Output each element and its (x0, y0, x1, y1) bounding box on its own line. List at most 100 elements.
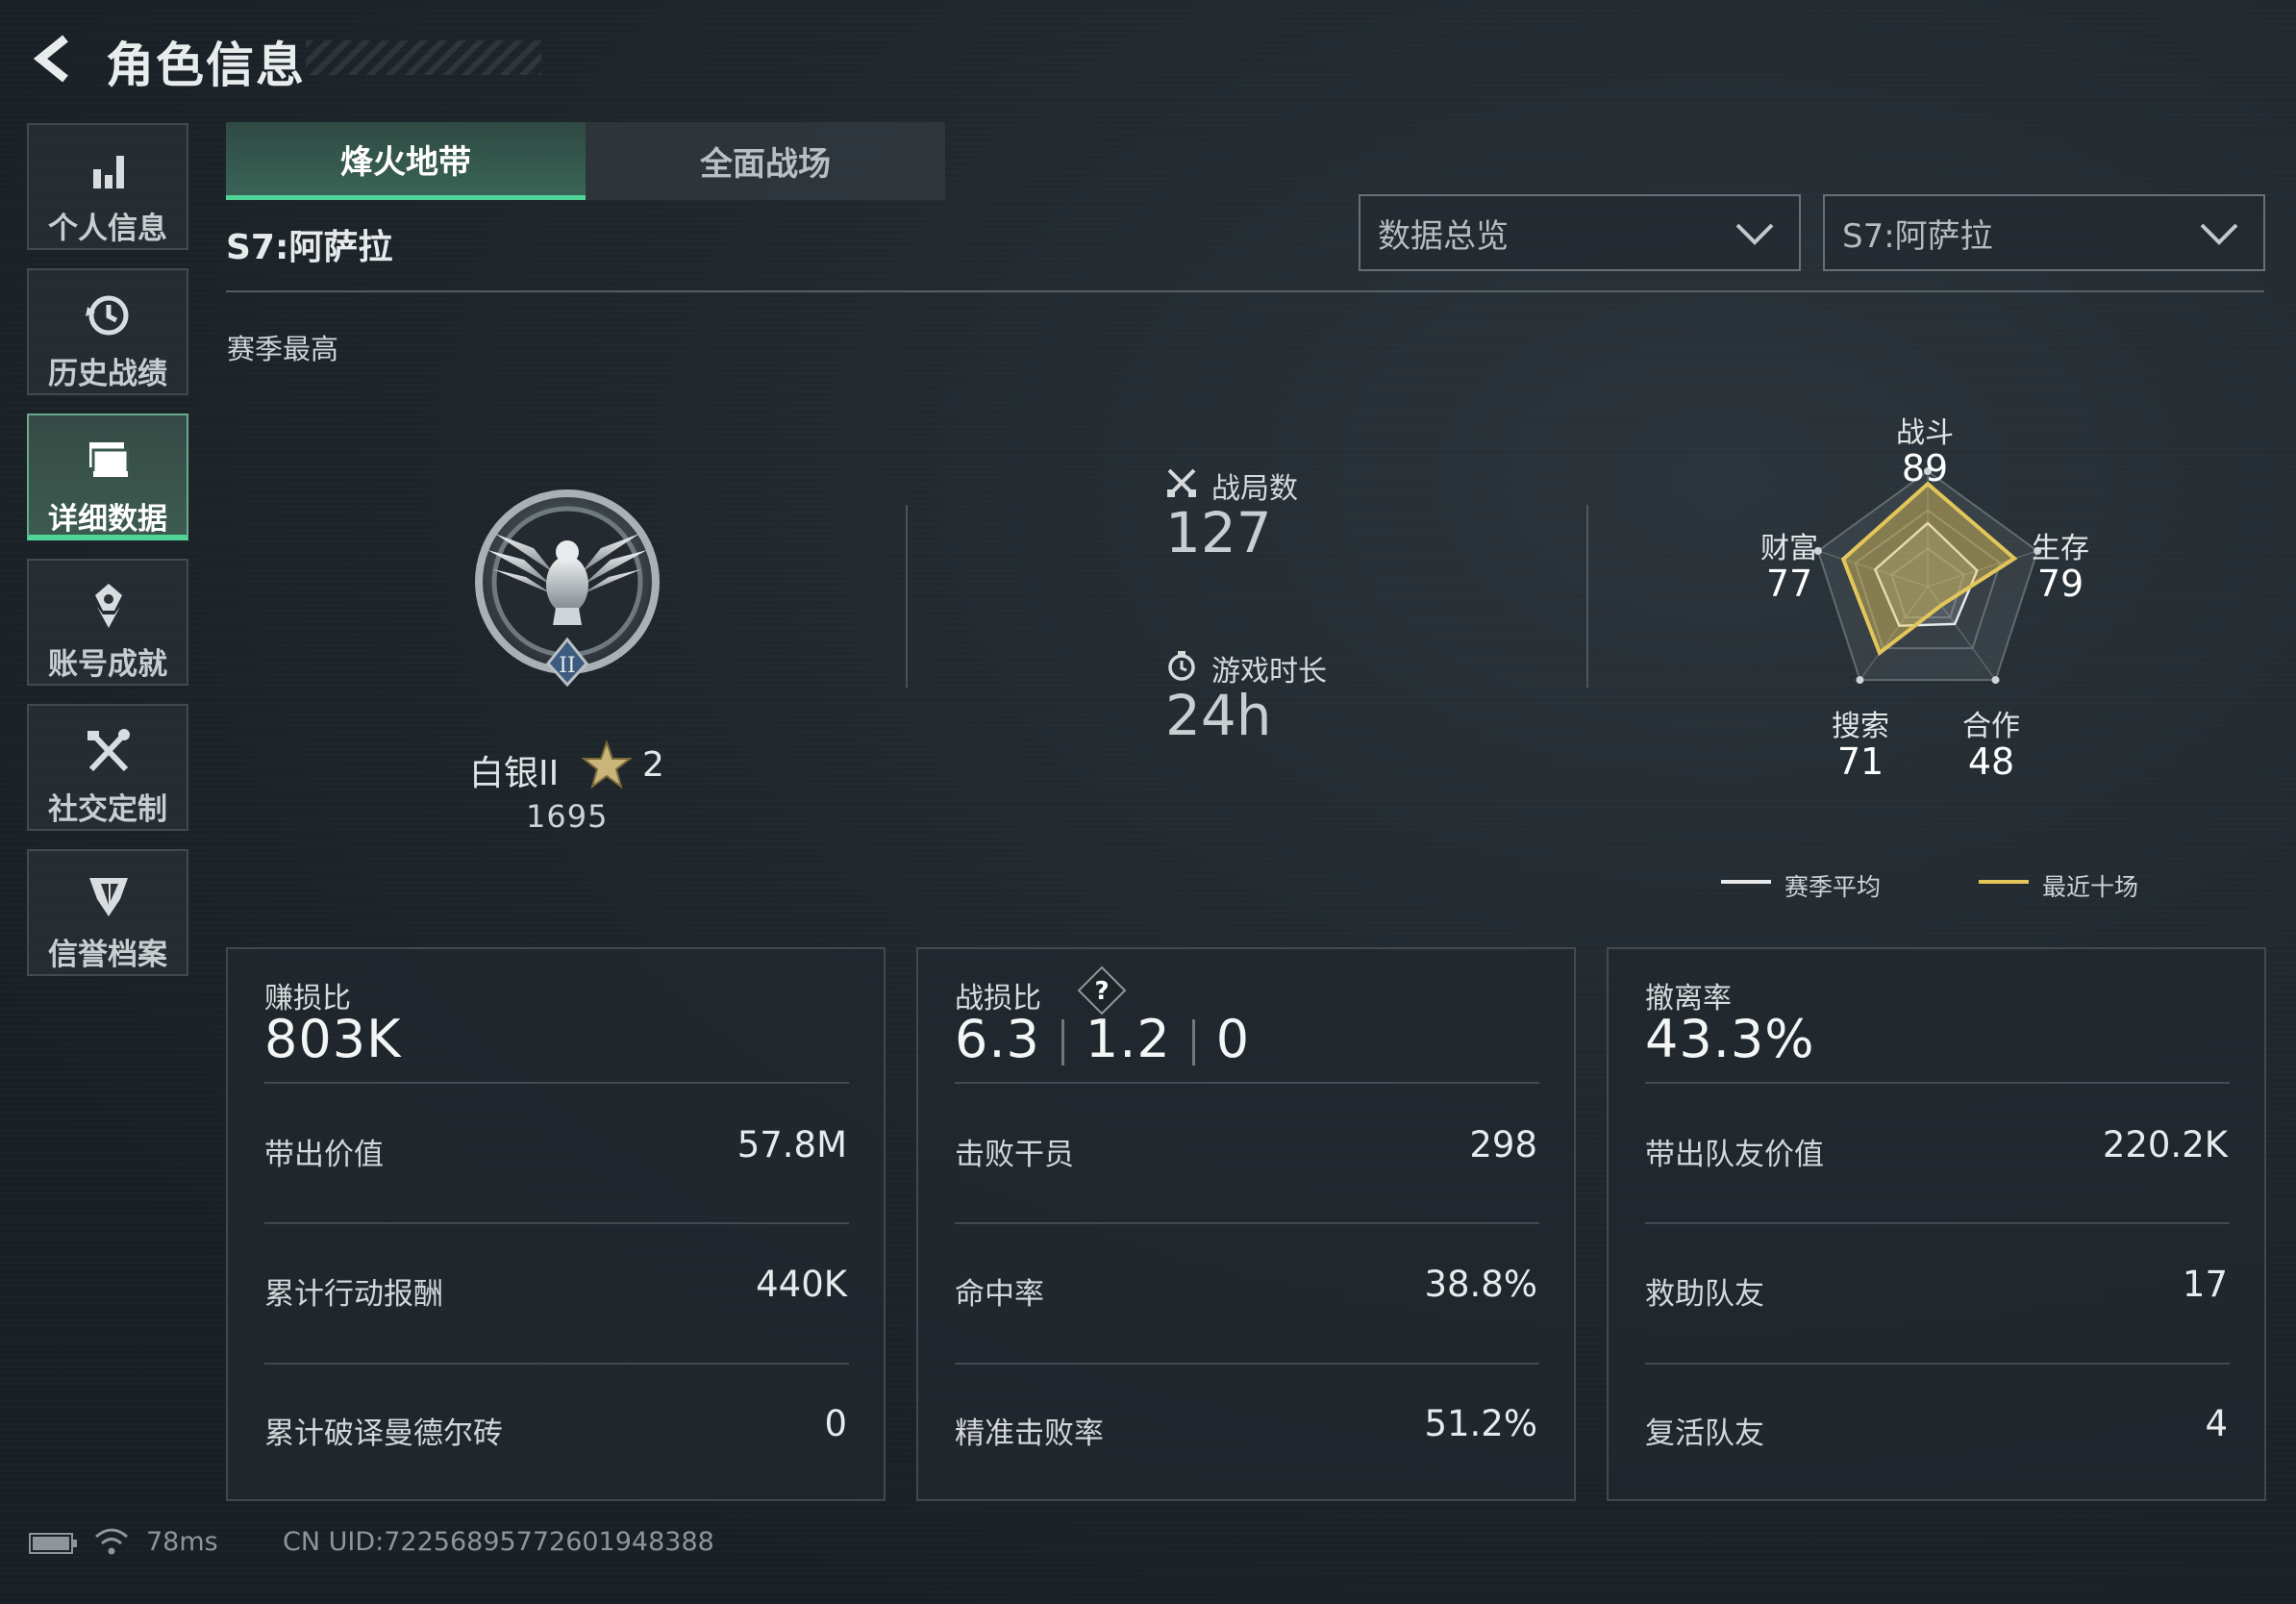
chevron-down-icon (1735, 223, 1774, 245)
radar-axis-value: 79 (2036, 563, 2084, 605)
tools-icon (87, 729, 130, 772)
achievement-badge-icon (95, 584, 122, 628)
row-value: 440K (756, 1264, 847, 1305)
folder-stack-icon (89, 442, 130, 477)
row-value: 0 (824, 1403, 847, 1444)
shield-emblem-icon (89, 878, 128, 916)
divider (955, 1363, 1539, 1365)
radar-vertex-dot (1991, 676, 2000, 685)
nav-item-personal-info[interactable]: 个人信息 (27, 123, 188, 250)
row-value: 57.8M (736, 1124, 847, 1165)
nav-item-detailed-data[interactable]: 详细数据 (27, 414, 188, 540)
playtime-value: 24h (1165, 683, 1272, 748)
card-profit-ratio: 赚损比 803K 带出价值 57.8M 累计行动报酬 440K 累计破译曼德尔砖… (226, 947, 886, 1501)
legend-swatch-recent (1979, 880, 2029, 884)
row-value: 17 (2182, 1264, 2228, 1305)
rank-emblem-icon: II (475, 489, 660, 688)
season-select-value: S7:阿萨拉 (1842, 216, 1993, 256)
view-select-value: 数据总览 (1378, 216, 1509, 256)
row-value: 38.8% (1424, 1264, 1537, 1305)
nav-item-achievements[interactable]: 账号成就 (27, 559, 188, 686)
row-label: 带出价值 (264, 1138, 384, 1172)
card-value: 43.3% (1645, 1009, 1815, 1069)
radar-axis-label: 合作 (1962, 710, 2020, 743)
back-arrow-icon[interactable] (29, 35, 77, 83)
history-clock-icon (86, 295, 129, 336)
row-label: 累计破译曼德尔砖 (264, 1416, 503, 1451)
nav-item-social[interactable]: 社交定制 (27, 704, 188, 831)
rank-star-count: 2 (642, 745, 664, 785)
row-label: 复活队友 (1645, 1416, 1764, 1451)
divider (264, 1222, 849, 1224)
page-title: 角色信息 (106, 38, 306, 93)
tab-full-warfare[interactable]: 全面战场 (586, 122, 945, 200)
divider (1645, 1082, 2230, 1084)
star-icon (582, 740, 632, 789)
nav-item-reputation[interactable]: 信誉档案 (27, 849, 188, 976)
radar-vertex-dot (1856, 676, 1864, 685)
radar-axis-label: 生存 (2032, 532, 2089, 565)
view-select[interactable]: 数据总览 (1359, 194, 1801, 271)
divider (1645, 1222, 2230, 1224)
row-label: 带出队友价值 (1645, 1138, 1824, 1172)
row-value: 220.2K (2102, 1124, 2228, 1165)
divider (955, 1222, 1539, 1224)
ping-latency: 78ms (146, 1527, 218, 1557)
nav-label: 社交定制 (48, 792, 167, 827)
nav-label: 个人信息 (48, 212, 167, 246)
card-value: 803K (264, 1009, 402, 1069)
card-value-group: 6.3 1.2 0 (955, 1009, 1250, 1069)
row-value: 4 (2205, 1403, 2228, 1444)
radar-axis-value: 71 (1836, 740, 1884, 783)
row-value: 51.2% (1424, 1403, 1537, 1444)
bar-chart-icon (93, 156, 124, 188)
nav-label: 历史战绩 (48, 357, 167, 391)
svg-text:?: ? (1094, 977, 1109, 1006)
divider (264, 1363, 849, 1365)
card-kd-ratio: 战损比 ? 6.3 1.2 0 击败干员 298 命中率 38.8% 精准击败率 5… (916, 947, 1576, 1501)
row-label: 精准击败率 (955, 1416, 1104, 1451)
radar-axis-value: 48 (1967, 740, 2015, 783)
user-uid: CN UID:722568957726019483​88 (283, 1527, 714, 1557)
radar-axis-value: 89 (1901, 447, 1949, 489)
radar-axis-label: 财富 (1760, 532, 1818, 565)
separator (1191, 1019, 1195, 1066)
radar-axis-label: 战斗 (1896, 416, 1954, 450)
divider (264, 1082, 849, 1084)
row-label: 累计行动报酬 (264, 1277, 443, 1312)
season-select[interactable]: S7:阿萨拉 (1823, 194, 2265, 271)
kd-value: 6.3 (955, 1009, 1040, 1069)
divider (955, 1082, 1539, 1084)
legend-recent: 最近十场 (2042, 873, 2139, 901)
divider (226, 290, 2264, 292)
crossed-swords-icon (1167, 468, 1196, 497)
rank-tier-numeral: II (559, 654, 575, 678)
card-extraction-rate: 撤离率 43.3% 带出队友价值 220.2K 救助队友 17 复活队友 4 (1607, 947, 2266, 1501)
season-best-label: 赛季最高 (227, 333, 339, 365)
stopwatch-icon (1168, 651, 1195, 681)
battery-icon (29, 1533, 77, 1554)
wifi-icon (95, 1528, 128, 1555)
legend-swatch-season-avg (1721, 880, 1771, 884)
title-decoration (306, 40, 541, 75)
row-label: 击败干员 (955, 1138, 1074, 1172)
nav-item-history[interactable]: 历史战绩 (27, 268, 188, 395)
chevron-down-icon (2200, 223, 2238, 245)
row-label: 救助队友 (1645, 1277, 1764, 1312)
season-label: S7:阿萨拉 (226, 228, 393, 267)
divider (1586, 505, 1588, 688)
rank-name: 白银II (469, 754, 560, 793)
tab-hazard-zone[interactable]: 烽火地带 (226, 122, 586, 200)
separator (1061, 1019, 1064, 1066)
kd-value: 0 (1215, 1009, 1251, 1069)
row-label: 命中率 (955, 1277, 1044, 1312)
nav-label: 详细数据 (48, 502, 167, 537)
divider (906, 505, 908, 688)
kd-value: 1.2 (1085, 1009, 1171, 1069)
legend-season-avg: 赛季平均 (1784, 873, 1882, 901)
radar-axis-value: 77 (1765, 563, 1813, 605)
radar-axis-label: 搜索 (1832, 710, 1889, 743)
games-value: 127 (1165, 500, 1272, 565)
row-value: 298 (1469, 1124, 1537, 1165)
nav-label: 账号成就 (48, 647, 167, 682)
